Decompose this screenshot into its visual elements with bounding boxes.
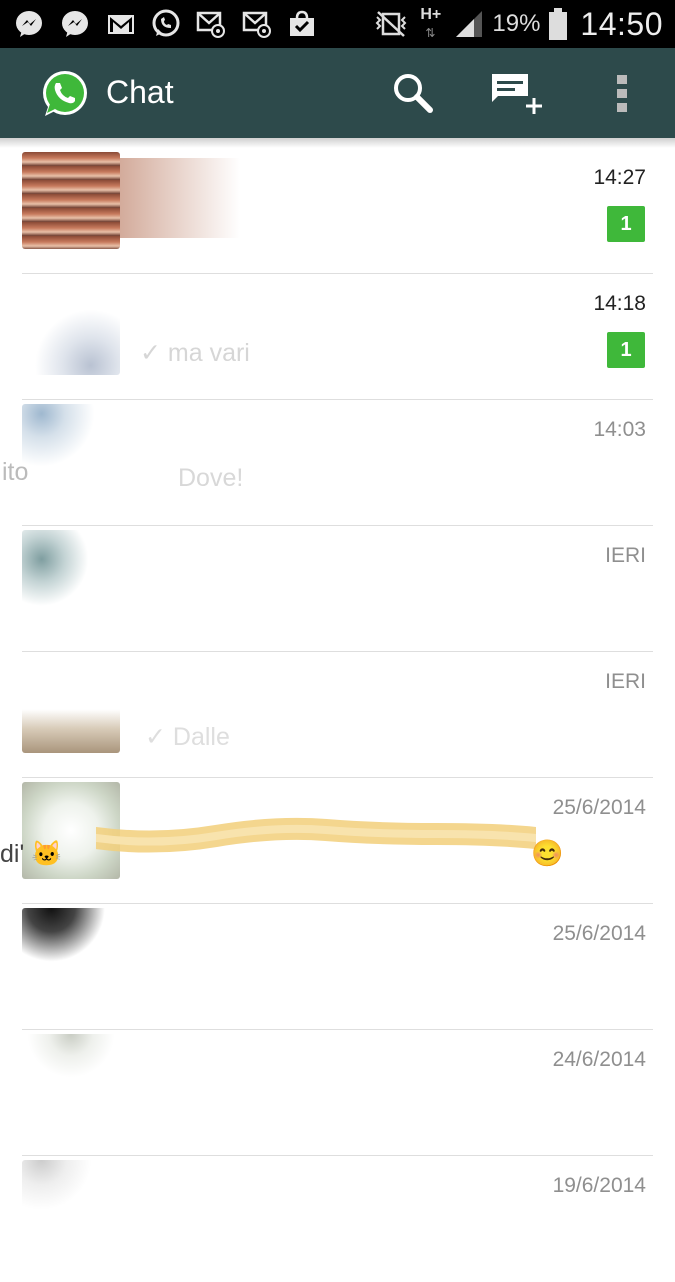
- chat-time: IERI: [605, 670, 646, 693]
- avatar: [22, 152, 120, 249]
- chat-preview: Dove!: [178, 464, 244, 492]
- chat-time: 25/6/2014: [552, 922, 646, 945]
- battery-icon: [549, 8, 568, 40]
- chat-time: 14:27: [593, 166, 646, 189]
- status-time: 14:50: [580, 5, 663, 42]
- signal-icon: [456, 11, 483, 37]
- status-right: H+ ⇅ 19% 14:50: [374, 0, 663, 48]
- chat-row[interactable]: IERI: [0, 526, 675, 652]
- new-chat-button[interactable]: [490, 68, 546, 118]
- new-chat-icon: [492, 74, 542, 114]
- email-icon: [242, 11, 271, 38]
- chat-preview: ✓ Dalle: [145, 723, 230, 751]
- chat-row[interactable]: ✓ Dalle IERI: [0, 652, 675, 778]
- messenger-icon: [16, 11, 42, 37]
- unread-badge: 1: [607, 206, 645, 242]
- chat-time: 25/6/2014: [552, 796, 646, 819]
- avatar: [22, 530, 120, 627]
- overflow-menu-icon: [617, 75, 627, 112]
- vibrate-icon: [375, 11, 407, 37]
- chat-preview-fragment: ito: [2, 458, 29, 486]
- search-icon: [394, 74, 433, 113]
- avatar: [22, 404, 120, 501]
- whatsapp-logo: [43, 71, 87, 116]
- chat-time: IERI: [605, 544, 646, 567]
- emoji: 😊: [531, 838, 564, 868]
- chat-row[interactable]: ito Dove! 14:03: [0, 400, 675, 526]
- chat-time: 14:03: [593, 418, 646, 441]
- chat-row[interactable]: ✓ ma vari 14:18 1: [0, 274, 675, 400]
- network-hplus-icon: H+ ⇅: [420, 6, 442, 40]
- whatsapp-icon: [152, 9, 180, 37]
- chat-row[interactable]: 24/6/2014: [0, 1030, 675, 1156]
- email-icon: [196, 11, 225, 38]
- action-bar: Chat: [0, 48, 675, 138]
- avatar: [22, 1034, 120, 1131]
- chat-row[interactable]: 14:27 1: [0, 148, 675, 274]
- chat-time: 14:18: [593, 292, 646, 315]
- avatar: [22, 908, 120, 1005]
- redaction-scribble: [96, 817, 536, 853]
- status-bar: H+ ⇅ 19% 14:50: [0, 0, 675, 48]
- chat-preview: ✓ ma vari: [140, 339, 250, 367]
- shopping-bag-icon: [290, 10, 314, 36]
- page-title: Chat: [106, 74, 174, 110]
- chat-row[interactable]: 25/6/2014: [0, 904, 675, 1030]
- battery-percent: 19%: [492, 10, 541, 37]
- chat-time: 24/6/2014: [552, 1048, 646, 1071]
- chat-row[interactable]: 19/6/2014: [0, 1156, 675, 1282]
- chat-time: 19/6/2014: [552, 1174, 646, 1197]
- avatar: [22, 656, 120, 753]
- redaction-blur: [120, 158, 240, 238]
- chat-list[interactable]: 14:27 1 ✓ ma vari 14:18 1 ito Dove! 14:0…: [0, 148, 675, 1282]
- avatar: [22, 1160, 120, 1257]
- search-button[interactable]: [387, 68, 437, 118]
- chat-preview: di' 🐱: [0, 840, 63, 868]
- gmail-icon: [108, 15, 134, 34]
- messenger-icon: [62, 11, 88, 37]
- action-bar-shadow: [0, 138, 675, 148]
- unread-badge: 1: [607, 332, 645, 368]
- overflow-menu-button[interactable]: [600, 68, 644, 118]
- avatar: [22, 278, 120, 375]
- chat-row[interactable]: di' 🐱 😊 25/6/2014: [0, 778, 675, 904]
